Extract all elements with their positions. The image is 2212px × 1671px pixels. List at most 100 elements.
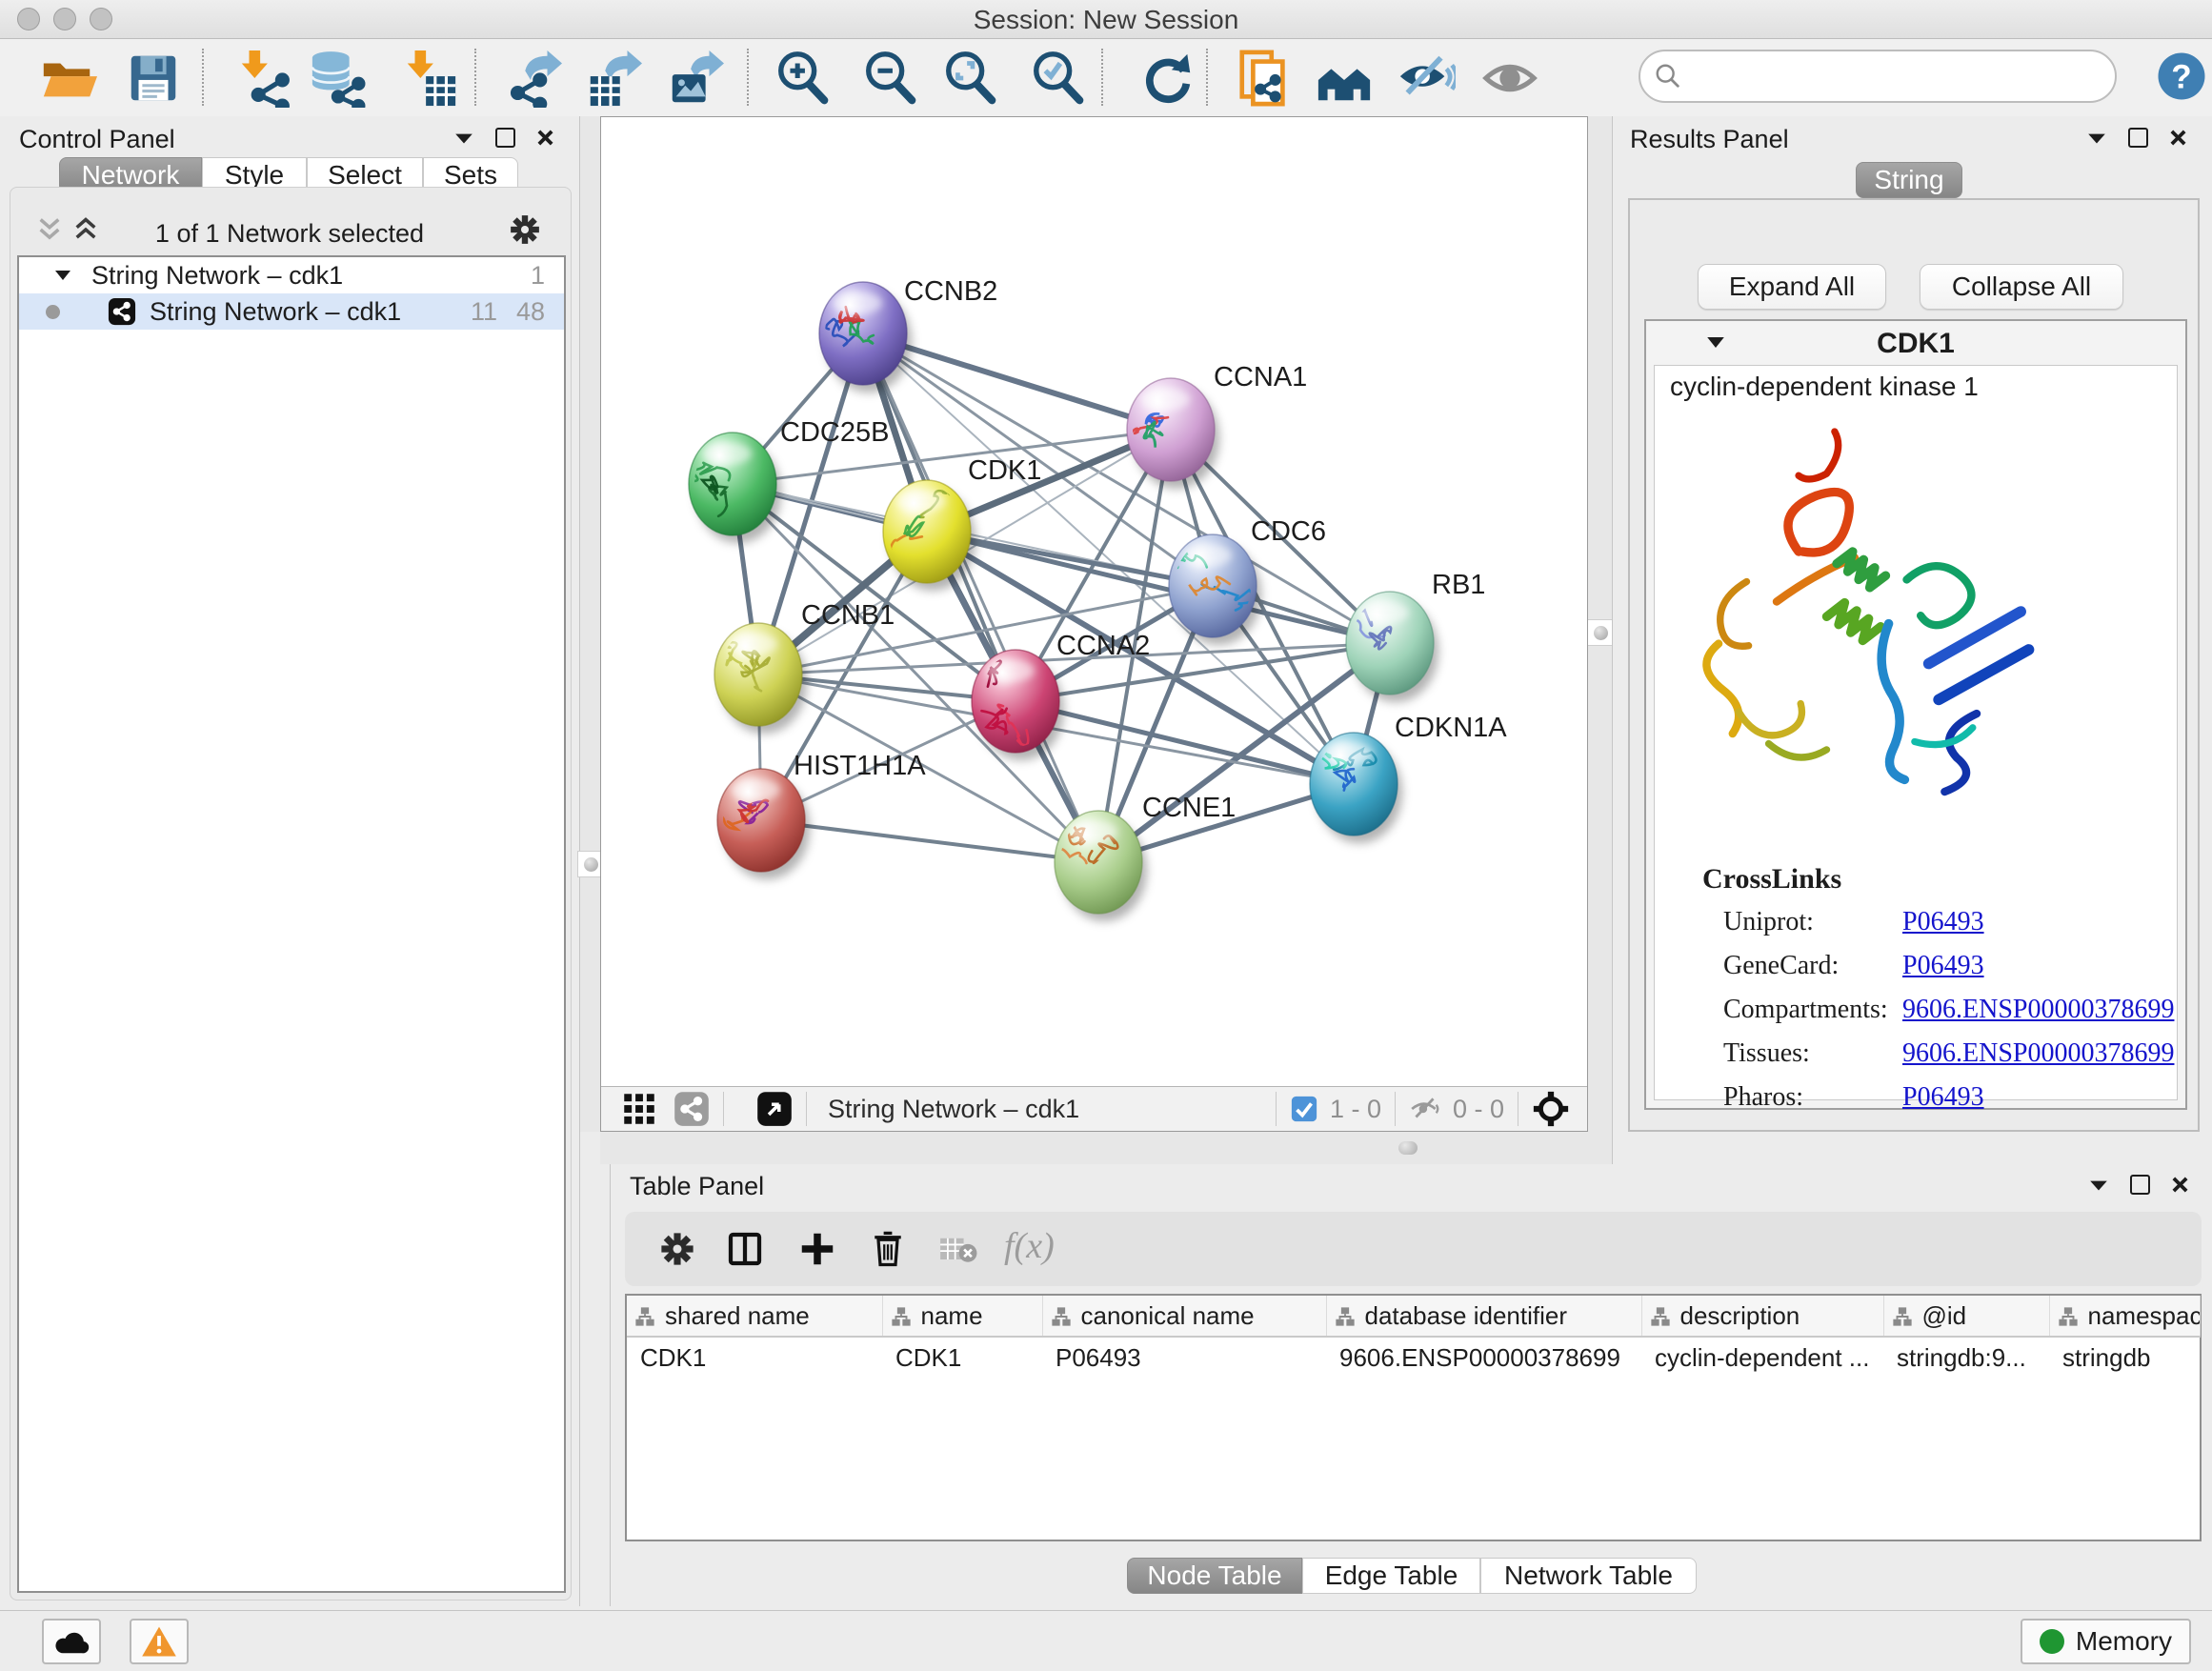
gene-symbol: CDK1 bbox=[1646, 328, 2185, 360]
import-table-button[interactable] bbox=[400, 49, 459, 108]
selected-node-edge-counts: 1 - 0 bbox=[1330, 1095, 1381, 1124]
tab-node-table[interactable]: Node Table bbox=[1127, 1558, 1302, 1594]
cloud-status-button[interactable] bbox=[42, 1619, 101, 1664]
import-network-button[interactable] bbox=[234, 49, 293, 108]
node-table[interactable]: shared name name canonical name database… bbox=[625, 1294, 2202, 1541]
memory-status-dot bbox=[2040, 1629, 2064, 1654]
fit-content-crosshair-icon[interactable] bbox=[1532, 1090, 1570, 1128]
bottom-splitter-handle[interactable] bbox=[1398, 1141, 1418, 1155]
window-title: Session: New Session bbox=[0, 5, 2212, 35]
collection-count: 1 bbox=[531, 261, 545, 291]
cell-name[interactable]: CDK1 bbox=[882, 1337, 1042, 1378]
panel-close-icon[interactable] bbox=[536, 129, 554, 147]
svg-text:CCNE1: CCNE1 bbox=[1142, 793, 1236, 823]
table-panel-title: Table Panel bbox=[630, 1172, 764, 1201]
tree-expander-icon[interactable] bbox=[53, 268, 72, 283]
save-session-button[interactable] bbox=[124, 49, 183, 108]
panel-float-icon[interactable] bbox=[2128, 128, 2148, 148]
crosslink-uniprot-link[interactable]: P06493 bbox=[1902, 907, 1984, 937]
panel-float-icon[interactable] bbox=[495, 128, 515, 148]
cell-description[interactable]: cyclin-dependent ... bbox=[1641, 1337, 1883, 1378]
open-session-button[interactable] bbox=[38, 49, 97, 108]
memory-button[interactable]: Memory bbox=[2021, 1619, 2191, 1664]
network-collection-row[interactable]: String Network – cdk1 1 bbox=[19, 257, 564, 293]
table-settings-gear-icon[interactable] bbox=[659, 1231, 695, 1267]
crosslink-genecard-link[interactable]: P06493 bbox=[1902, 951, 1984, 981]
zoom-out-button[interactable] bbox=[861, 49, 920, 108]
search-input[interactable] bbox=[1682, 61, 2115, 92]
network-canvas[interactable]: CCNB2CCNA1CDC25BCDK1CDC6RB1CCNB1CCNA2CDK… bbox=[601, 117, 1586, 1087]
panel-menu-icon[interactable] bbox=[2088, 1178, 2109, 1193]
crosslink-compartments-link[interactable]: 9606.ENSP00000378699 bbox=[1902, 995, 2174, 1025]
results-panel-title: Results Panel bbox=[1630, 125, 1789, 154]
panel-float-icon[interactable] bbox=[2130, 1175, 2150, 1195]
show-all-button[interactable] bbox=[1480, 49, 1539, 108]
left-splitter[interactable] bbox=[580, 116, 600, 1132]
column-header[interactable]: database identifier bbox=[1326, 1296, 1641, 1337]
column-header[interactable]: name bbox=[882, 1296, 1042, 1337]
crosslink-label: GeneCard: bbox=[1723, 951, 1839, 981]
import-network-from-database-button[interactable] bbox=[309, 49, 368, 108]
apply-layout-button[interactable] bbox=[1137, 49, 1196, 108]
show-columns-icon[interactable] bbox=[726, 1229, 764, 1269]
zoom-fit-button[interactable] bbox=[941, 49, 1000, 108]
network-view[interactable]: CCNB2CCNA1CDC25BCDK1CDC6RB1CCNB1CCNA2CDK… bbox=[600, 116, 1588, 1132]
zoom-in-button[interactable] bbox=[774, 49, 833, 108]
clone-network-button[interactable] bbox=[1235, 49, 1294, 108]
column-header[interactable]: description bbox=[1641, 1296, 1883, 1337]
expand-all-button[interactable]: Expand All bbox=[1698, 264, 1886, 310]
help-button[interactable]: ? bbox=[2155, 50, 2208, 108]
cell-database-identifier[interactable]: 9606.ENSP00000378699 bbox=[1326, 1337, 1641, 1378]
column-header[interactable]: shared name bbox=[627, 1296, 882, 1337]
network-row-selected[interactable]: String Network – cdk1 11 48 bbox=[19, 293, 564, 330]
panel-menu-icon[interactable] bbox=[2086, 131, 2107, 146]
svg-text:CCNA2: CCNA2 bbox=[1056, 631, 1150, 661]
warnings-button[interactable] bbox=[130, 1619, 189, 1664]
birdseye-toggle-icon[interactable] bbox=[756, 1091, 793, 1127]
tab-network-table[interactable]: Network Table bbox=[1480, 1558, 1697, 1594]
panel-close-icon[interactable] bbox=[2171, 1176, 2189, 1194]
panel-menu-icon[interactable] bbox=[453, 131, 474, 146]
grid-view-icon[interactable] bbox=[622, 1092, 656, 1126]
cell-shared-name[interactable]: CDK1 bbox=[627, 1337, 882, 1378]
gear-icon[interactable] bbox=[509, 213, 541, 246]
toolbar-search[interactable] bbox=[1639, 50, 2117, 103]
first-neighbors-button[interactable] bbox=[1315, 49, 1374, 108]
string-share-icon[interactable] bbox=[674, 1091, 710, 1127]
crosslink-pharos-link[interactable]: P06493 bbox=[1902, 1082, 1984, 1113]
export-network-button[interactable] bbox=[503, 49, 562, 108]
titlebar: Session: New Session bbox=[0, 0, 2212, 39]
column-header[interactable]: @id bbox=[1883, 1296, 2049, 1337]
crosslink-tissues-link[interactable]: 9606.ENSP00000378699 bbox=[1902, 1038, 2174, 1069]
cell-canonical-name[interactable]: P06493 bbox=[1042, 1337, 1326, 1378]
tab-edge-table[interactable]: Edge Table bbox=[1302, 1558, 1480, 1594]
memory-label: Memory bbox=[2076, 1626, 2172, 1657]
export-table-button[interactable] bbox=[583, 49, 642, 108]
bottom-splitter[interactable] bbox=[600, 1132, 1588, 1164]
toolbar-separator bbox=[202, 49, 204, 106]
svg-text:?: ? bbox=[2171, 58, 2191, 95]
delete-column-trash-icon[interactable] bbox=[869, 1227, 907, 1269]
panel-close-icon[interactable] bbox=[2169, 129, 2187, 147]
delete-table-icon[interactable] bbox=[939, 1235, 977, 1265]
add-column-icon[interactable] bbox=[798, 1229, 836, 1269]
table-header-row[interactable]: shared name name canonical name database… bbox=[627, 1296, 2200, 1337]
results-panel: Results Panel String Expand All Collapse… bbox=[1612, 116, 2212, 1164]
cell-namespace[interactable]: stringdb bbox=[2049, 1337, 2200, 1378]
collapse-all-button[interactable]: Collapse All bbox=[1920, 264, 2123, 310]
table-row[interactable]: CDK1 CDK1 P06493 9606.ENSP00000378699 cy… bbox=[627, 1337, 2200, 1378]
tab-string-results[interactable]: String bbox=[1856, 162, 1962, 198]
right-splitter-handle[interactable] bbox=[1587, 619, 1614, 646]
selected-checkbox-icon[interactable] bbox=[1290, 1095, 1318, 1123]
column-header[interactable]: canonical name bbox=[1042, 1296, 1326, 1337]
function-builder-button[interactable]: f(x) bbox=[1004, 1225, 1055, 1267]
zoom-selected-button[interactable] bbox=[1029, 49, 1088, 108]
hide-selected-button[interactable] bbox=[1397, 49, 1456, 108]
cell-id[interactable]: stringdb:9... bbox=[1883, 1337, 2049, 1378]
svg-text:CCNB2: CCNB2 bbox=[904, 276, 997, 307]
export-image-button[interactable] bbox=[665, 49, 724, 108]
export-image-icon bbox=[665, 49, 724, 108]
column-header[interactable]: namespace bbox=[2049, 1296, 2200, 1337]
svg-text:CDK1: CDK1 bbox=[968, 455, 1041, 486]
toolbar-separator bbox=[1101, 49, 1103, 106]
